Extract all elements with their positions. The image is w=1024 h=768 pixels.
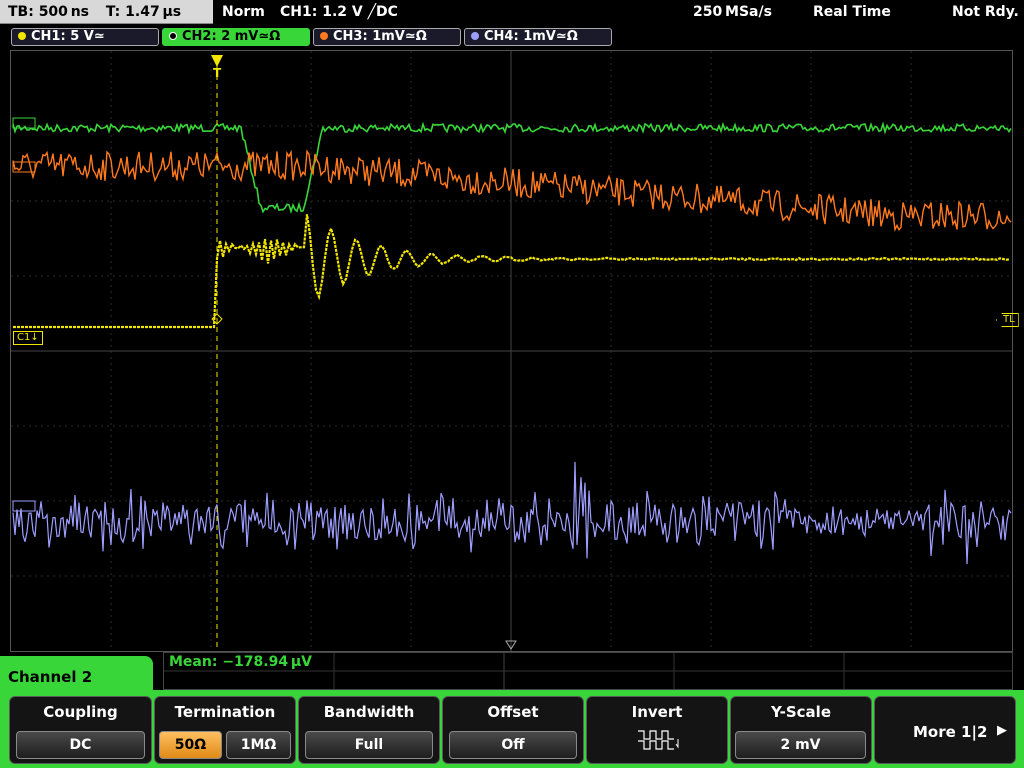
sample-rate: 250 MSa/s <box>693 4 772 20</box>
bandwidth-softkey[interactable]: Bandwidth Full <box>298 696 440 764</box>
mean-measurement: Mean: −178.94 µV <box>169 654 313 670</box>
yscale-softkey[interactable]: Y-Scale 2 mV <box>730 696 872 764</box>
more-softkey[interactable]: More 1|2 ▶ <box>874 696 1016 764</box>
ch1-dot-icon <box>18 31 26 40</box>
menu-title: Channel 2 <box>0 656 153 698</box>
ch4-label: CH4: 1mV≃Ω <box>484 29 578 44</box>
trigger-state: Not Rdy. <box>952 4 1019 20</box>
coupling-softkey[interactable]: Coupling DC <box>9 696 152 764</box>
trigger-time-readout: T: 1.47 µs <box>105 4 182 20</box>
trigger-mode[interactable]: Norm <box>222 0 265 24</box>
ch2-dot-icon <box>169 31 177 40</box>
yscale-title: Y-Scale <box>770 703 831 721</box>
tab-ch2[interactable]: CH2: 2 mV≃Ω <box>162 28 310 46</box>
tab-ch1[interactable]: CH1: 5 V≃ <box>11 28 159 46</box>
timebase-readout: TB: 500 ns <box>8 4 90 20</box>
invert-title: Invert <box>631 703 683 721</box>
ch1-ground-marker[interactable]: C1↓ <box>13 331 43 345</box>
ch4-dot-icon <box>471 31 479 40</box>
coupling-dc-button[interactable]: DC <box>16 731 145 759</box>
ch3-label: CH3: 1mV≃Ω <box>333 29 427 44</box>
more-label: More 1|2 <box>913 723 988 741</box>
ch2-waveform <box>12 121 1012 215</box>
ch3-dot-icon <box>320 31 328 40</box>
termination-1mohm-button[interactable]: 1MΩ <box>226 731 291 759</box>
tab-ch3[interactable]: CH3: 1mV≃Ω <box>313 28 461 46</box>
ch2-label: CH2: 2 mV≃Ω <box>182 29 281 44</box>
bandwidth-full-button[interactable]: Full <box>305 731 433 759</box>
invert-waveform-icon <box>638 730 679 750</box>
trigger-t-icon: T <box>213 66 222 80</box>
timebase-box[interactable]: TB: 500 ns T: 1.47 µs <box>0 0 213 24</box>
ch1-label: CH1: 5 V≃ <box>31 29 105 44</box>
termination-title: Termination <box>174 703 276 721</box>
ch3-waveform <box>12 149 1012 232</box>
trigger-source[interactable]: CH1: 1.2 V ╱DC <box>280 0 398 24</box>
waveform-display[interactable]: T C1↓ TL <box>10 50 1019 652</box>
acquisition-mode: Real Time <box>813 4 891 20</box>
coupling-title: Coupling <box>43 703 118 721</box>
termination-softkey[interactable]: Termination 50Ω 1MΩ <box>154 696 296 764</box>
yscale-value-button[interactable]: 2 mV <box>735 731 866 759</box>
ch4-offset-tag-icon[interactable] <box>12 500 36 512</box>
bandwidth-title: Bandwidth <box>323 703 415 721</box>
invert-softkey[interactable]: Invert <box>586 696 728 764</box>
offset-off-button[interactable]: Off <box>449 731 577 759</box>
waveform-canvas: T <box>11 51 1012 651</box>
tab-ch4[interactable]: CH4: 1mV≃Ω <box>464 28 612 46</box>
offset-title: Offset <box>487 703 539 721</box>
more-arrow-icon: ▶ <box>997 723 1007 738</box>
graticule <box>11 51 1012 651</box>
ch4-waveform <box>12 461 1012 565</box>
offset-softkey[interactable]: Offset Off <box>442 696 584 764</box>
termination-50ohm-button[interactable]: 50Ω <box>159 731 222 759</box>
